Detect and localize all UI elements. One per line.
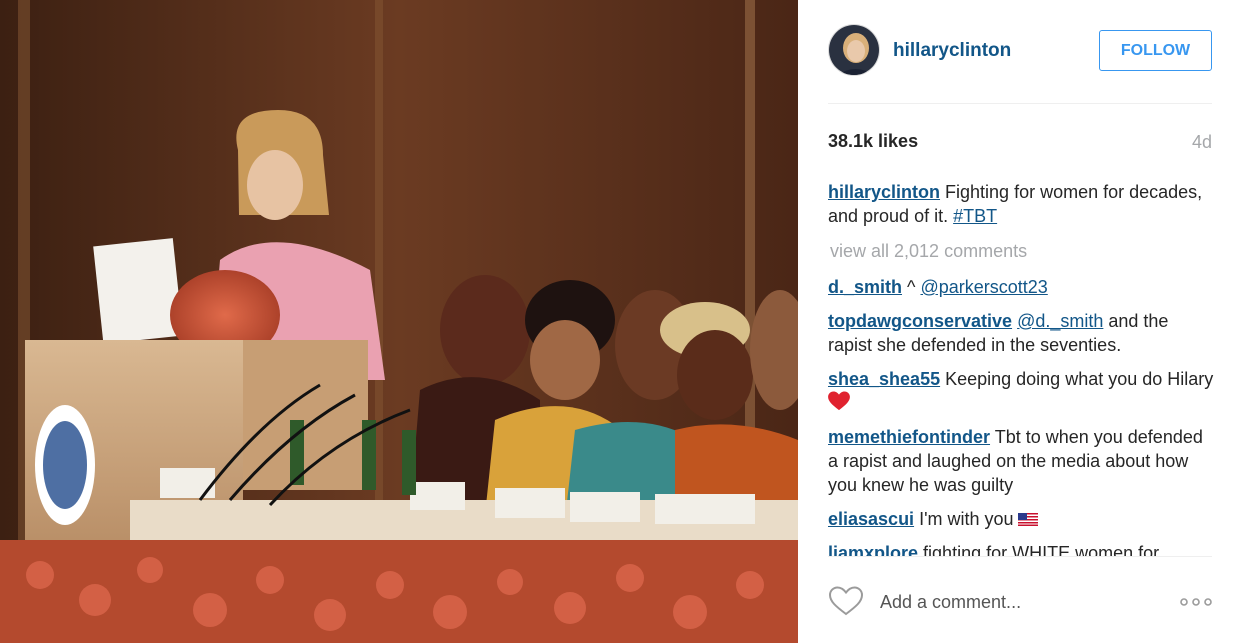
follow-button[interactable]: FOLLOW: [1099, 30, 1212, 71]
comment-author[interactable]: liamxplore: [828, 543, 918, 556]
comment-text: fighting for WHITE women for: [918, 543, 1160, 556]
list-item: memethiefontinder Tbt to when you defend…: [828, 425, 1214, 497]
username-link[interactable]: hillaryclinton: [893, 40, 1011, 62]
list-item: shea_shea55 Keeping doing what you do Hi…: [828, 367, 1214, 415]
post-caption: hillaryclinton Fighting for women for de…: [828, 180, 1214, 228]
comment-text: ^: [902, 277, 921, 297]
post-photo[interactable]: [0, 0, 798, 643]
comment-text: I'm with you: [914, 509, 1014, 529]
red-heart-emoji-icon: [828, 391, 850, 411]
heart-outline-icon[interactable]: [828, 585, 864, 617]
list-item: eliasascui I'm with you: [828, 507, 1214, 531]
comment-author[interactable]: d._smith: [828, 277, 902, 297]
more-options-icon[interactable]: [1180, 597, 1212, 607]
comment-author[interactable]: eliasascui: [828, 509, 914, 529]
post-meta: 38.1k likes 4d: [828, 131, 1212, 155]
avatar[interactable]: [828, 24, 880, 76]
list-item: topdawgconservative @d._smith and the ra…: [828, 309, 1214, 357]
post-header: hillaryclinton FOLLOW: [828, 24, 1212, 104]
comment-text: Keeping doing what you do Hilary: [940, 369, 1214, 389]
hashtag-link[interactable]: #TBT: [953, 206, 997, 226]
likes-count[interactable]: 38.1k likes: [828, 131, 918, 152]
conference-photo: [0, 0, 798, 643]
list-item: liamxplore fighting for WHITE women for: [828, 541, 1214, 556]
list-item: d._smith ^ @parkerscott23: [828, 275, 1214, 299]
comment-author[interactable]: memethiefontinder: [828, 427, 990, 447]
us-flag-emoji-icon: [1017, 513, 1038, 526]
add-comment-input[interactable]: [880, 589, 1140, 615]
comment-footer: [828, 556, 1212, 643]
mention-link[interactable]: @d._smith: [1017, 311, 1103, 331]
mention-link[interactable]: @parkerscott23: [920, 277, 1047, 297]
caption-author[interactable]: hillaryclinton: [828, 182, 940, 202]
avatar-image: [829, 25, 879, 75]
post-age[interactable]: 4d: [1192, 132, 1212, 153]
comments-list[interactable]: hillaryclinton Fighting for women for de…: [828, 180, 1214, 556]
view-all-comments-link[interactable]: view all 2,012 comments: [830, 240, 1214, 262]
comment-author[interactable]: shea_shea55: [828, 369, 940, 389]
comment-author[interactable]: topdawgconservative: [828, 311, 1012, 331]
post-side-panel: hillaryclinton FOLLOW 38.1k likes 4d hil…: [798, 0, 1243, 643]
